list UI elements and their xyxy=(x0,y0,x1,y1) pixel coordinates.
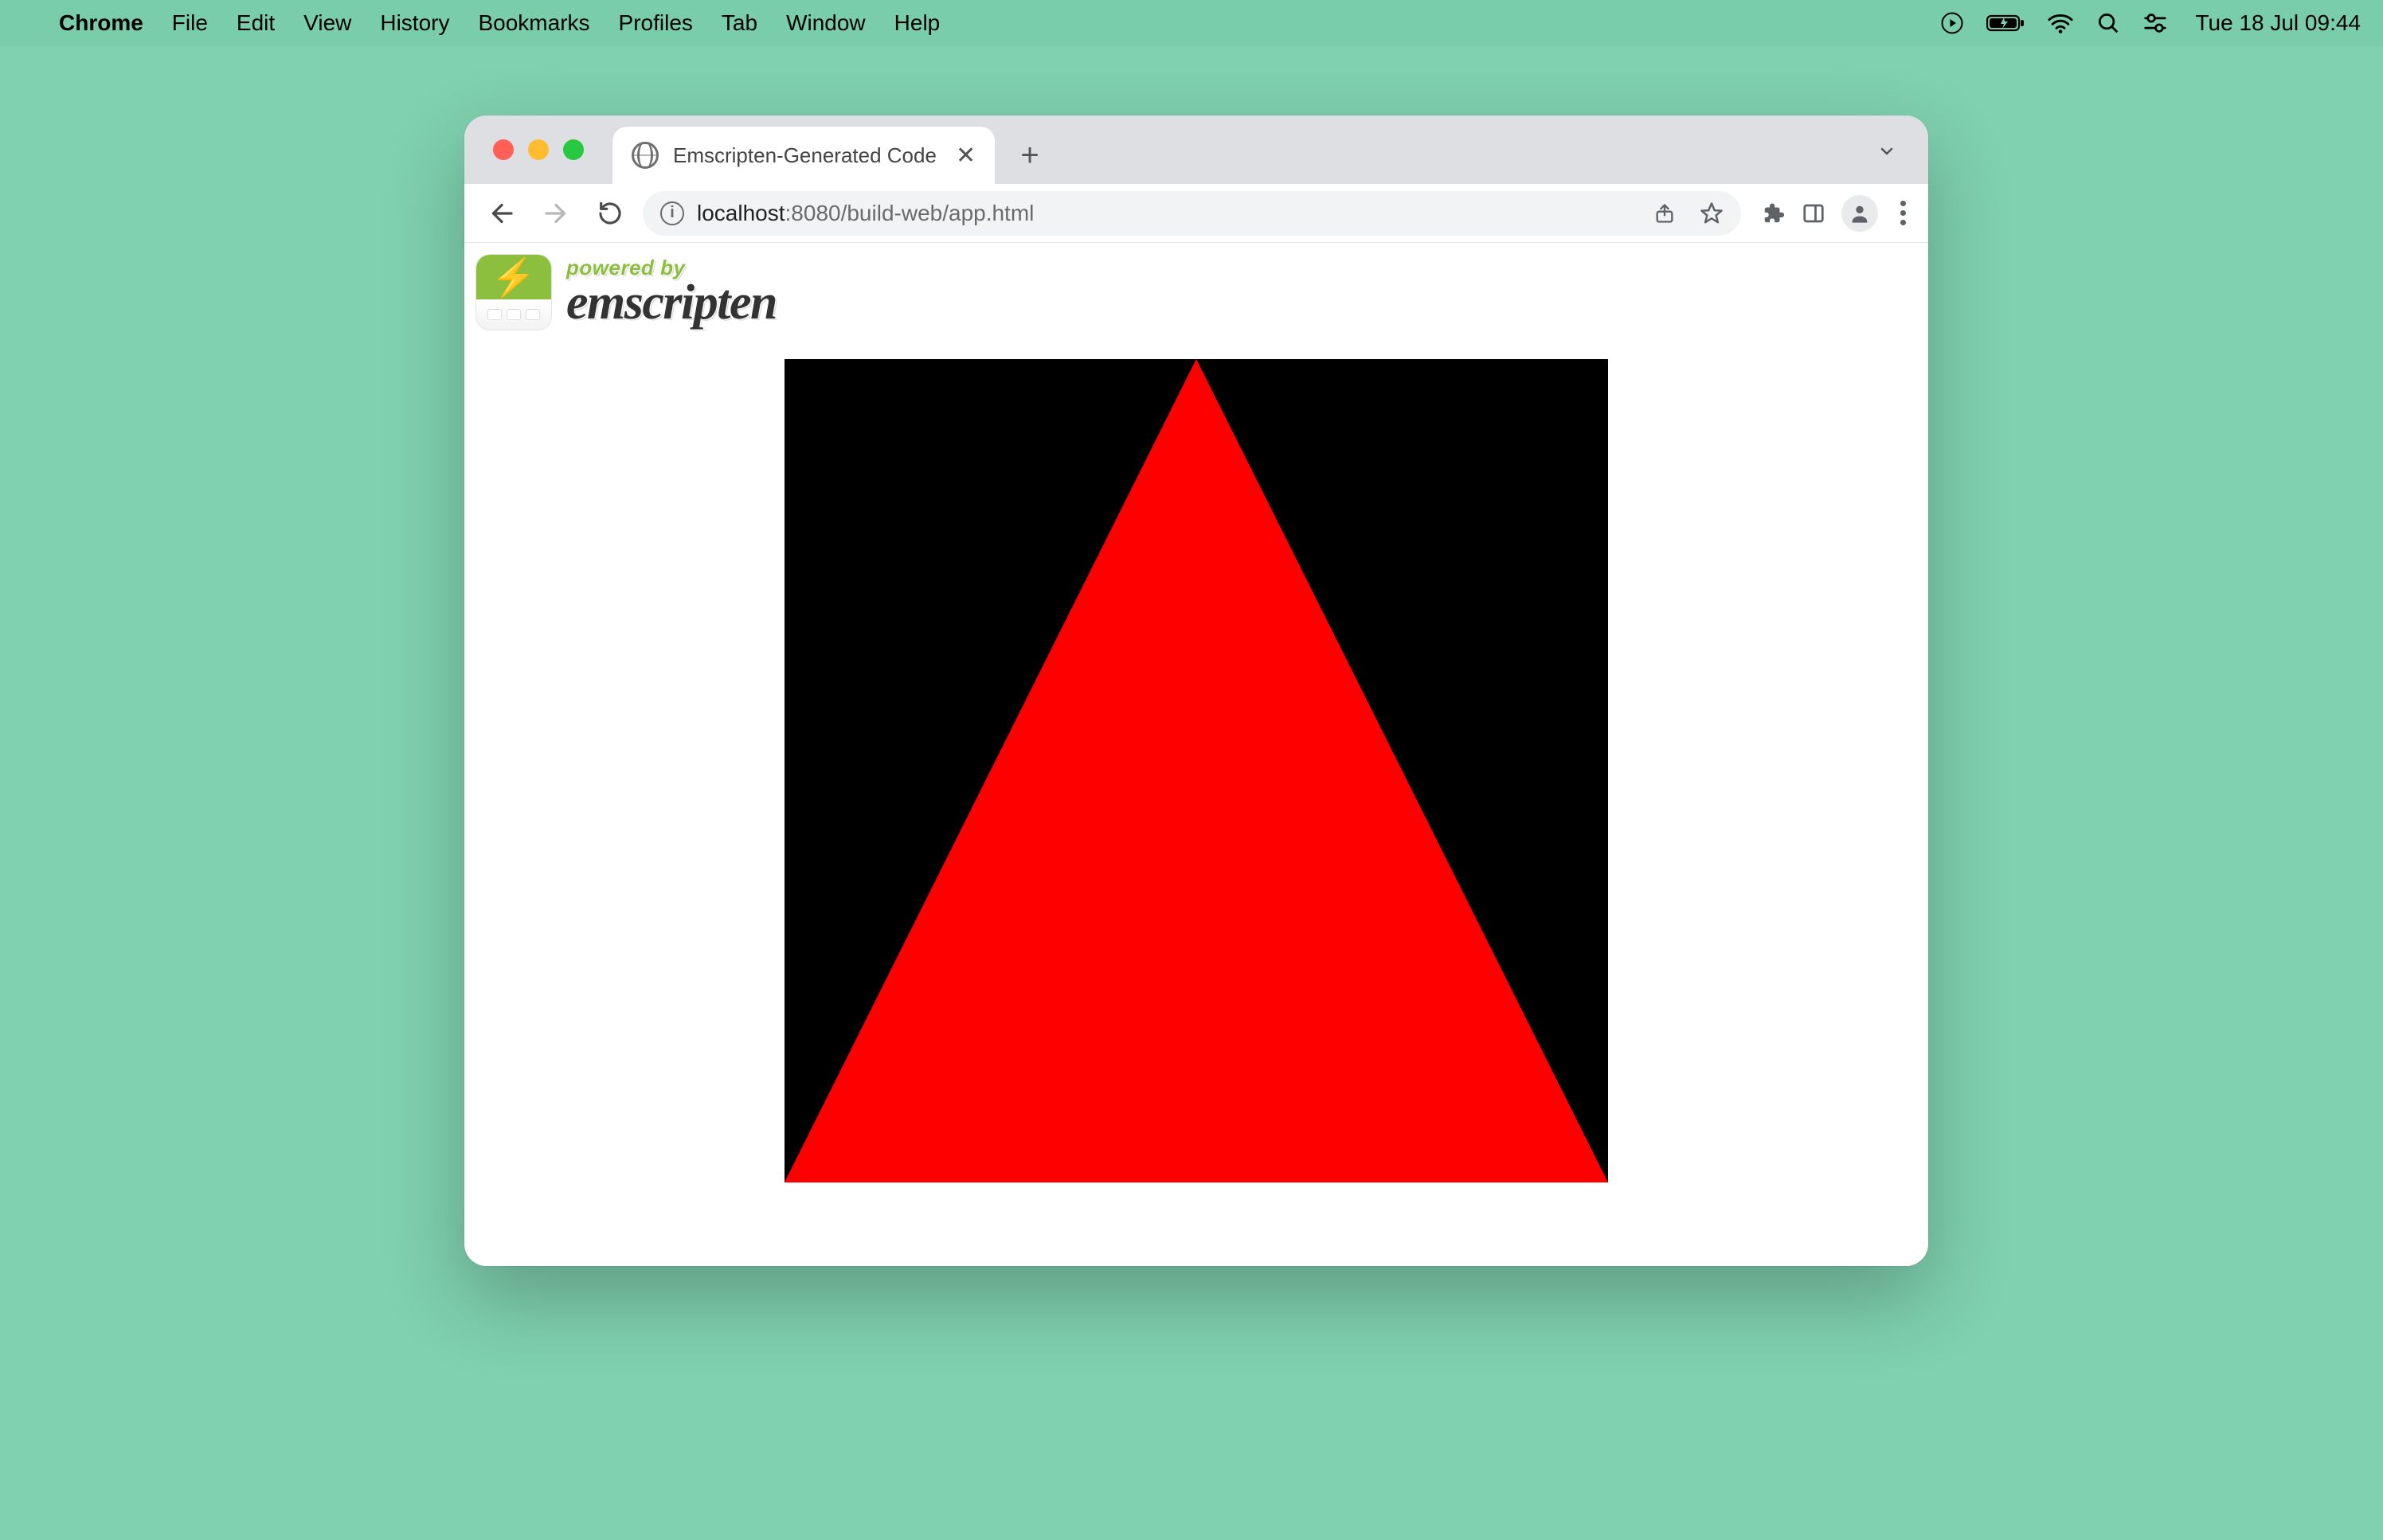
browser-tab[interactable]: Emscripten-Generated Code ✕ xyxy=(612,127,995,184)
webgl-canvas xyxy=(785,359,1608,1182)
menubar-item-view[interactable]: View xyxy=(303,10,351,36)
menubar-control-center-icon[interactable] xyxy=(2142,12,2168,34)
extensions-icon[interactable] xyxy=(1762,201,1786,225)
macos-menubar: Chrome File Edit View History Bookmarks … xyxy=(0,0,2383,46)
chrome-window: Emscripten-Generated Code ✕ + i localhos… xyxy=(464,115,1928,1266)
menubar-app-name[interactable]: Chrome xyxy=(59,10,143,36)
chrome-menu-button[interactable] xyxy=(1894,194,1912,232)
emscripten-logo-icon: ⚡ xyxy=(475,254,552,330)
menubar-spotlight-icon[interactable] xyxy=(2096,11,2120,35)
menubar-datetime[interactable]: Tue 18 Jul 09:44 xyxy=(2195,10,2361,36)
address-bar[interactable]: i localhost:8080/build-web/app.html xyxy=(643,191,1741,236)
url-path: :8080/build-web/app.html xyxy=(785,201,1035,225)
chrome-tabstrip: Emscripten-Generated Code ✕ + xyxy=(464,115,1928,184)
toolbar-right xyxy=(1762,194,1912,232)
bookmark-star-icon[interactable] xyxy=(1700,201,1724,225)
menubar-item-profiles[interactable]: Profiles xyxy=(619,10,693,36)
menubar-right: Tue 18 Jul 09:44 xyxy=(1940,10,2361,36)
emscripten-wordmark: powered by emscripten xyxy=(566,257,777,327)
url-host: localhost xyxy=(697,201,785,225)
menubar-item-help[interactable]: Help xyxy=(894,10,941,36)
page-content: ⚡ powered by emscripten xyxy=(464,243,1928,1266)
new-tab-button[interactable]: + xyxy=(1008,133,1052,178)
menubar-left: Chrome File Edit View History Bookmarks … xyxy=(22,10,940,36)
menubar-battery-icon[interactable] xyxy=(1986,14,2025,33)
menubar-item-history[interactable]: History xyxy=(380,10,449,36)
menubar-wifi-icon[interactable] xyxy=(2047,13,2074,33)
window-traffic-lights xyxy=(493,139,584,160)
forward-button[interactable] xyxy=(534,192,577,235)
reload-button[interactable] xyxy=(589,192,632,235)
profile-avatar[interactable] xyxy=(1841,195,1878,232)
tabs-dropdown-icon[interactable] xyxy=(1877,141,1896,166)
menubar-media-icon[interactable] xyxy=(1940,11,1964,35)
url-text: localhost:8080/build-web/app.html xyxy=(697,201,1034,226)
omnibox-right-icons xyxy=(1653,201,1724,225)
menubar-item-window[interactable]: Window xyxy=(786,10,866,36)
side-panel-icon[interactable] xyxy=(1802,201,1825,225)
chrome-toolbar: i localhost:8080/build-web/app.html xyxy=(464,184,1928,243)
window-close-button[interactable] xyxy=(493,139,514,160)
window-minimize-button[interactable] xyxy=(528,139,549,160)
menubar-item-tab[interactable]: Tab xyxy=(722,10,757,36)
site-info-icon[interactable]: i xyxy=(660,201,684,225)
globe-favicon-icon xyxy=(632,142,659,169)
share-icon[interactable] xyxy=(1653,202,1676,225)
tab-close-button[interactable]: ✕ xyxy=(951,142,980,170)
window-zoom-button[interactable] xyxy=(563,139,584,160)
emscripten-brand-label: emscripten xyxy=(566,278,777,327)
emscripten-header: ⚡ powered by emscripten xyxy=(475,254,777,330)
menubar-item-bookmarks[interactable]: Bookmarks xyxy=(478,10,589,36)
menubar-item-file[interactable]: File xyxy=(172,10,208,36)
back-button[interactable] xyxy=(480,192,523,235)
menubar-item-edit[interactable]: Edit xyxy=(237,10,275,36)
tab-title: Emscripten-Generated Code xyxy=(673,143,937,168)
